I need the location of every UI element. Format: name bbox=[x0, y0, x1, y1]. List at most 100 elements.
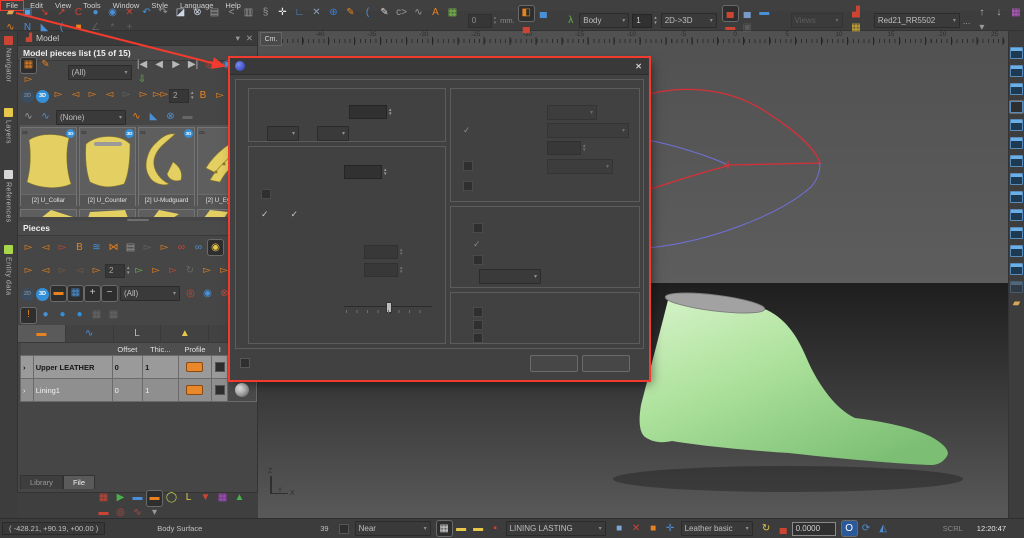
sole-orange-icon[interactable]: ▬ bbox=[147, 491, 162, 506]
piece-fold-icon[interactable]: ▬ bbox=[471, 521, 486, 536]
export-normals-checkbox[interactable]: ✓ bbox=[261, 209, 269, 220]
i-checkbox[interactable] bbox=[215, 362, 225, 372]
sole-blue-icon[interactable]: ▬ bbox=[130, 491, 145, 506]
copy-piece-icon[interactable]: ▻ bbox=[212, 88, 227, 103]
flatten-red-icon[interactable]: ▬ bbox=[723, 21, 738, 36]
zoom-icon[interactable]: ◉ bbox=[105, 6, 120, 21]
viewport-layout-icon-8[interactable] bbox=[1010, 173, 1023, 185]
mirror-h-icon[interactable]: ≋ bbox=[89, 240, 104, 255]
flatten-blue-icon[interactable]: ▬ bbox=[757, 6, 772, 21]
arc-icon[interactable]: ( bbox=[360, 6, 375, 21]
brick-red-icon[interactable]: ▄ bbox=[776, 521, 791, 536]
hide-red-x-icon[interactable]: ✕ bbox=[629, 521, 644, 536]
bend-piece-icon[interactable]: ▻ bbox=[157, 240, 172, 255]
viewport-layout-icon-7[interactable] bbox=[1010, 155, 1023, 167]
color-grid-icon[interactable]: ▦ bbox=[1008, 6, 1023, 21]
export-texcoords-checkbox[interactable]: ✓ bbox=[291, 209, 299, 220]
remove-piece-icon[interactable]: ◅ bbox=[38, 240, 53, 255]
pieces-view-filter-select[interactable]: (All) bbox=[120, 286, 180, 301]
arrow-down-icon[interactable]: ↓ bbox=[991, 6, 1006, 21]
thumbnail-u-counter[interactable]: ∞ 3D [2] U_Counter bbox=[79, 127, 136, 206]
normals-icon[interactable]: N bbox=[20, 21, 35, 36]
punch-piece-icon[interactable]: ▻ bbox=[131, 263, 146, 278]
scale-factor-spinner[interactable] bbox=[388, 108, 392, 117]
focus-piece-icon[interactable]: ◎ bbox=[203, 58, 218, 73]
thumbnail-partial-1[interactable] bbox=[20, 209, 77, 217]
position-select[interactable] bbox=[479, 269, 541, 284]
sync-blue-icon[interactable]: ⟳ bbox=[859, 521, 874, 536]
material-sphere[interactable] bbox=[235, 383, 249, 397]
open-file-icon[interactable]: ▰ bbox=[3, 6, 18, 21]
tape-piece-icon[interactable]: ▻ bbox=[165, 263, 180, 278]
mode-select[interactable]: 2D->3D bbox=[661, 13, 717, 28]
curve-select-icon[interactable]: ◣ bbox=[146, 110, 161, 125]
pieces-filter-select[interactable]: (All) bbox=[68, 65, 132, 80]
pieces-3d-toggle[interactable]: 3D bbox=[36, 288, 49, 301]
piece-yellow-icon[interactable]: ▬ bbox=[454, 521, 469, 536]
folder-strip-icon[interactable]: ▰ bbox=[1009, 296, 1024, 311]
prev-piece-icon[interactable]: ◀ bbox=[152, 58, 167, 73]
view-2d-toggle[interactable]: 2D bbox=[21, 90, 34, 103]
eye-piece-icon[interactable]: ◉ bbox=[208, 240, 223, 255]
rotate-piece-2-icon[interactable]: ◅ bbox=[102, 88, 117, 103]
zoom-out-icon[interactable]: − bbox=[102, 286, 117, 301]
more-options-button[interactable]: ... bbox=[963, 16, 971, 26]
measure-icon[interactable]: ✛ bbox=[275, 6, 290, 21]
pieces-count-input[interactable]: 2 bbox=[105, 264, 125, 278]
curve-delete-icon[interactable]: ⊗ bbox=[163, 110, 178, 125]
offset-piece-2-icon[interactable]: ◅ bbox=[38, 263, 53, 278]
expand-arrow-icon[interactable]: › bbox=[21, 356, 34, 379]
import-model-icon[interactable]: ↘ bbox=[37, 6, 52, 21]
save-icon[interactable]: ▣ bbox=[20, 6, 35, 21]
table-row[interactable]: › Upper LEATHER 0 1 bbox=[21, 356, 257, 379]
origin-button[interactable]: O bbox=[842, 521, 857, 536]
pieces-flat-toggle[interactable]: ▬ bbox=[51, 286, 66, 301]
recut-piece-icon[interactable]: ▻ bbox=[55, 240, 70, 255]
copy-icon[interactable]: ▤ bbox=[207, 6, 222, 21]
add-piece-icon[interactable]: ▻ bbox=[21, 240, 36, 255]
tab-last[interactable]: ▲ bbox=[161, 325, 209, 342]
piece-flat-icon[interactable]: ▻ bbox=[21, 73, 36, 88]
flip-piece-2-icon[interactable]: ◅ bbox=[68, 88, 83, 103]
pan-hand-icon[interactable]: ● bbox=[88, 6, 103, 21]
scale-factor-input[interactable] bbox=[349, 105, 387, 119]
terrain-icon[interactable]: ▲ bbox=[232, 491, 247, 506]
layer-color-swatch[interactable]: ■ bbox=[612, 521, 627, 536]
dup-piece-icon[interactable]: ▤ bbox=[123, 240, 138, 255]
texture-palette-icon[interactable]: ▦ bbox=[215, 491, 230, 506]
viewport-layout-icon-5[interactable] bbox=[1010, 119, 1023, 131]
thumbnail-partial-2[interactable] bbox=[79, 209, 136, 217]
first-piece-icon[interactable]: |◀ bbox=[135, 58, 150, 73]
piece-small-red-icon[interactable]: ▪ bbox=[488, 521, 503, 536]
tab-curves[interactable]: ∿ bbox=[66, 325, 114, 342]
caret-icon[interactable]: ▾ bbox=[974, 21, 989, 36]
profile-swatch[interactable] bbox=[186, 385, 203, 395]
grid-snap-icon[interactable]: ▦ bbox=[445, 6, 460, 21]
ok-button[interactable] bbox=[530, 355, 578, 372]
project-select[interactable]: Red21_RR5502 bbox=[874, 13, 960, 28]
level-icon[interactable]: ◭ bbox=[876, 521, 891, 536]
mirror-x-icon[interactable]: ⋈ bbox=[106, 240, 121, 255]
fill-bucket-icon[interactable]: ▼ bbox=[198, 491, 213, 506]
strap-piece-icon[interactable]: ▻ bbox=[199, 263, 214, 278]
sphere-add-icon[interactable]: ● bbox=[55, 308, 70, 323]
viewport-layout-icon-11[interactable] bbox=[1010, 227, 1023, 239]
zoom-in-icon[interactable]: + bbox=[85, 286, 100, 301]
sidetab-navigator[interactable]: Navigator bbox=[0, 36, 16, 82]
offset-value-input[interactable]: 0.0000 bbox=[792, 522, 836, 536]
lasting-select[interactable]: LINING LASTING bbox=[506, 521, 606, 536]
pieces-2d-toggle[interactable]: 2D bbox=[21, 288, 34, 301]
redo-icon[interactable]: ↷ bbox=[156, 6, 171, 21]
viewport-layout-icon-13[interactable] bbox=[1010, 263, 1023, 275]
add-style-icon[interactable]: ▟ bbox=[849, 6, 864, 21]
export-model-icon[interactable]: ↗ bbox=[54, 6, 69, 21]
focus-all-icon[interactable]: ◎ bbox=[183, 286, 198, 301]
rotate-piece-icon[interactable]: ▻ bbox=[85, 88, 100, 103]
pair-link-icon[interactable]: ∞ bbox=[174, 240, 189, 255]
grid-view-icon[interactable]: ▦ bbox=[437, 521, 452, 536]
viewport-layout-icon-9[interactable] bbox=[1010, 191, 1023, 203]
flag-icon[interactable]: ▶ bbox=[113, 491, 128, 506]
viewport-layout-icon-1[interactable] bbox=[1010, 47, 1023, 59]
lasting-blue-icon[interactable]: ▄ bbox=[740, 6, 755, 21]
lock-icon[interactable]: ■ bbox=[71, 21, 86, 36]
